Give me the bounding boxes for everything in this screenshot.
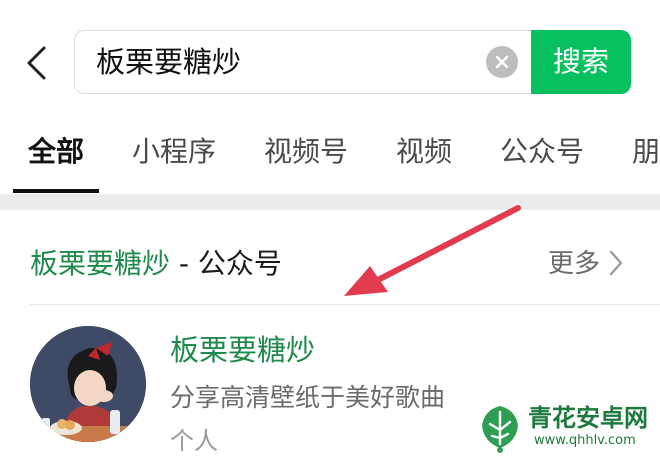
avatar[interactable]	[30, 326, 146, 442]
section-separator	[0, 194, 660, 210]
tab-mini-programs[interactable]: 小程序	[132, 134, 216, 170]
account-description: 分享高清壁纸于美好歌曲	[170, 383, 446, 412]
account-type: 个人	[170, 427, 218, 455]
section-title-category: - 公众号	[170, 247, 282, 280]
divider	[30, 304, 660, 305]
clear-icon	[495, 55, 509, 69]
chevron-right-icon[interactable]	[606, 249, 626, 277]
tab-moments[interactable]: 朋	[632, 134, 660, 170]
watermark-url: www.qhhlv.com	[534, 433, 636, 448]
watermark-leaf-icon	[482, 406, 518, 453]
watermark-name: 青花安卓网	[528, 404, 648, 432]
tab-channels[interactable]: 视频号	[264, 134, 348, 170]
back-chevron-icon	[27, 46, 46, 80]
section-title-keyword: 板栗要糖炒	[30, 247, 171, 280]
more-link[interactable]: 更多	[548, 244, 600, 284]
annotation-arrow-icon	[344, 205, 521, 296]
tab-all[interactable]: 全部	[28, 134, 84, 170]
avatar-illustration	[30, 326, 146, 442]
search-button[interactable]: 搜索	[531, 30, 631, 94]
section-title: 板栗要糖炒 - 公众号	[30, 244, 282, 284]
back-button[interactable]	[18, 40, 54, 86]
account-name[interactable]: 板栗要糖炒	[170, 330, 315, 370]
active-tab-indicator	[13, 189, 99, 193]
tab-official-accounts[interactable]: 公众号	[500, 134, 584, 170]
search-tabs: 全部 小程序 视频号 视频 公众号 朋	[0, 120, 660, 194]
tab-videos[interactable]: 视频	[396, 134, 452, 170]
clear-button[interactable]	[486, 46, 518, 78]
search-input-value[interactable]: 板栗要糖炒	[96, 44, 241, 80]
